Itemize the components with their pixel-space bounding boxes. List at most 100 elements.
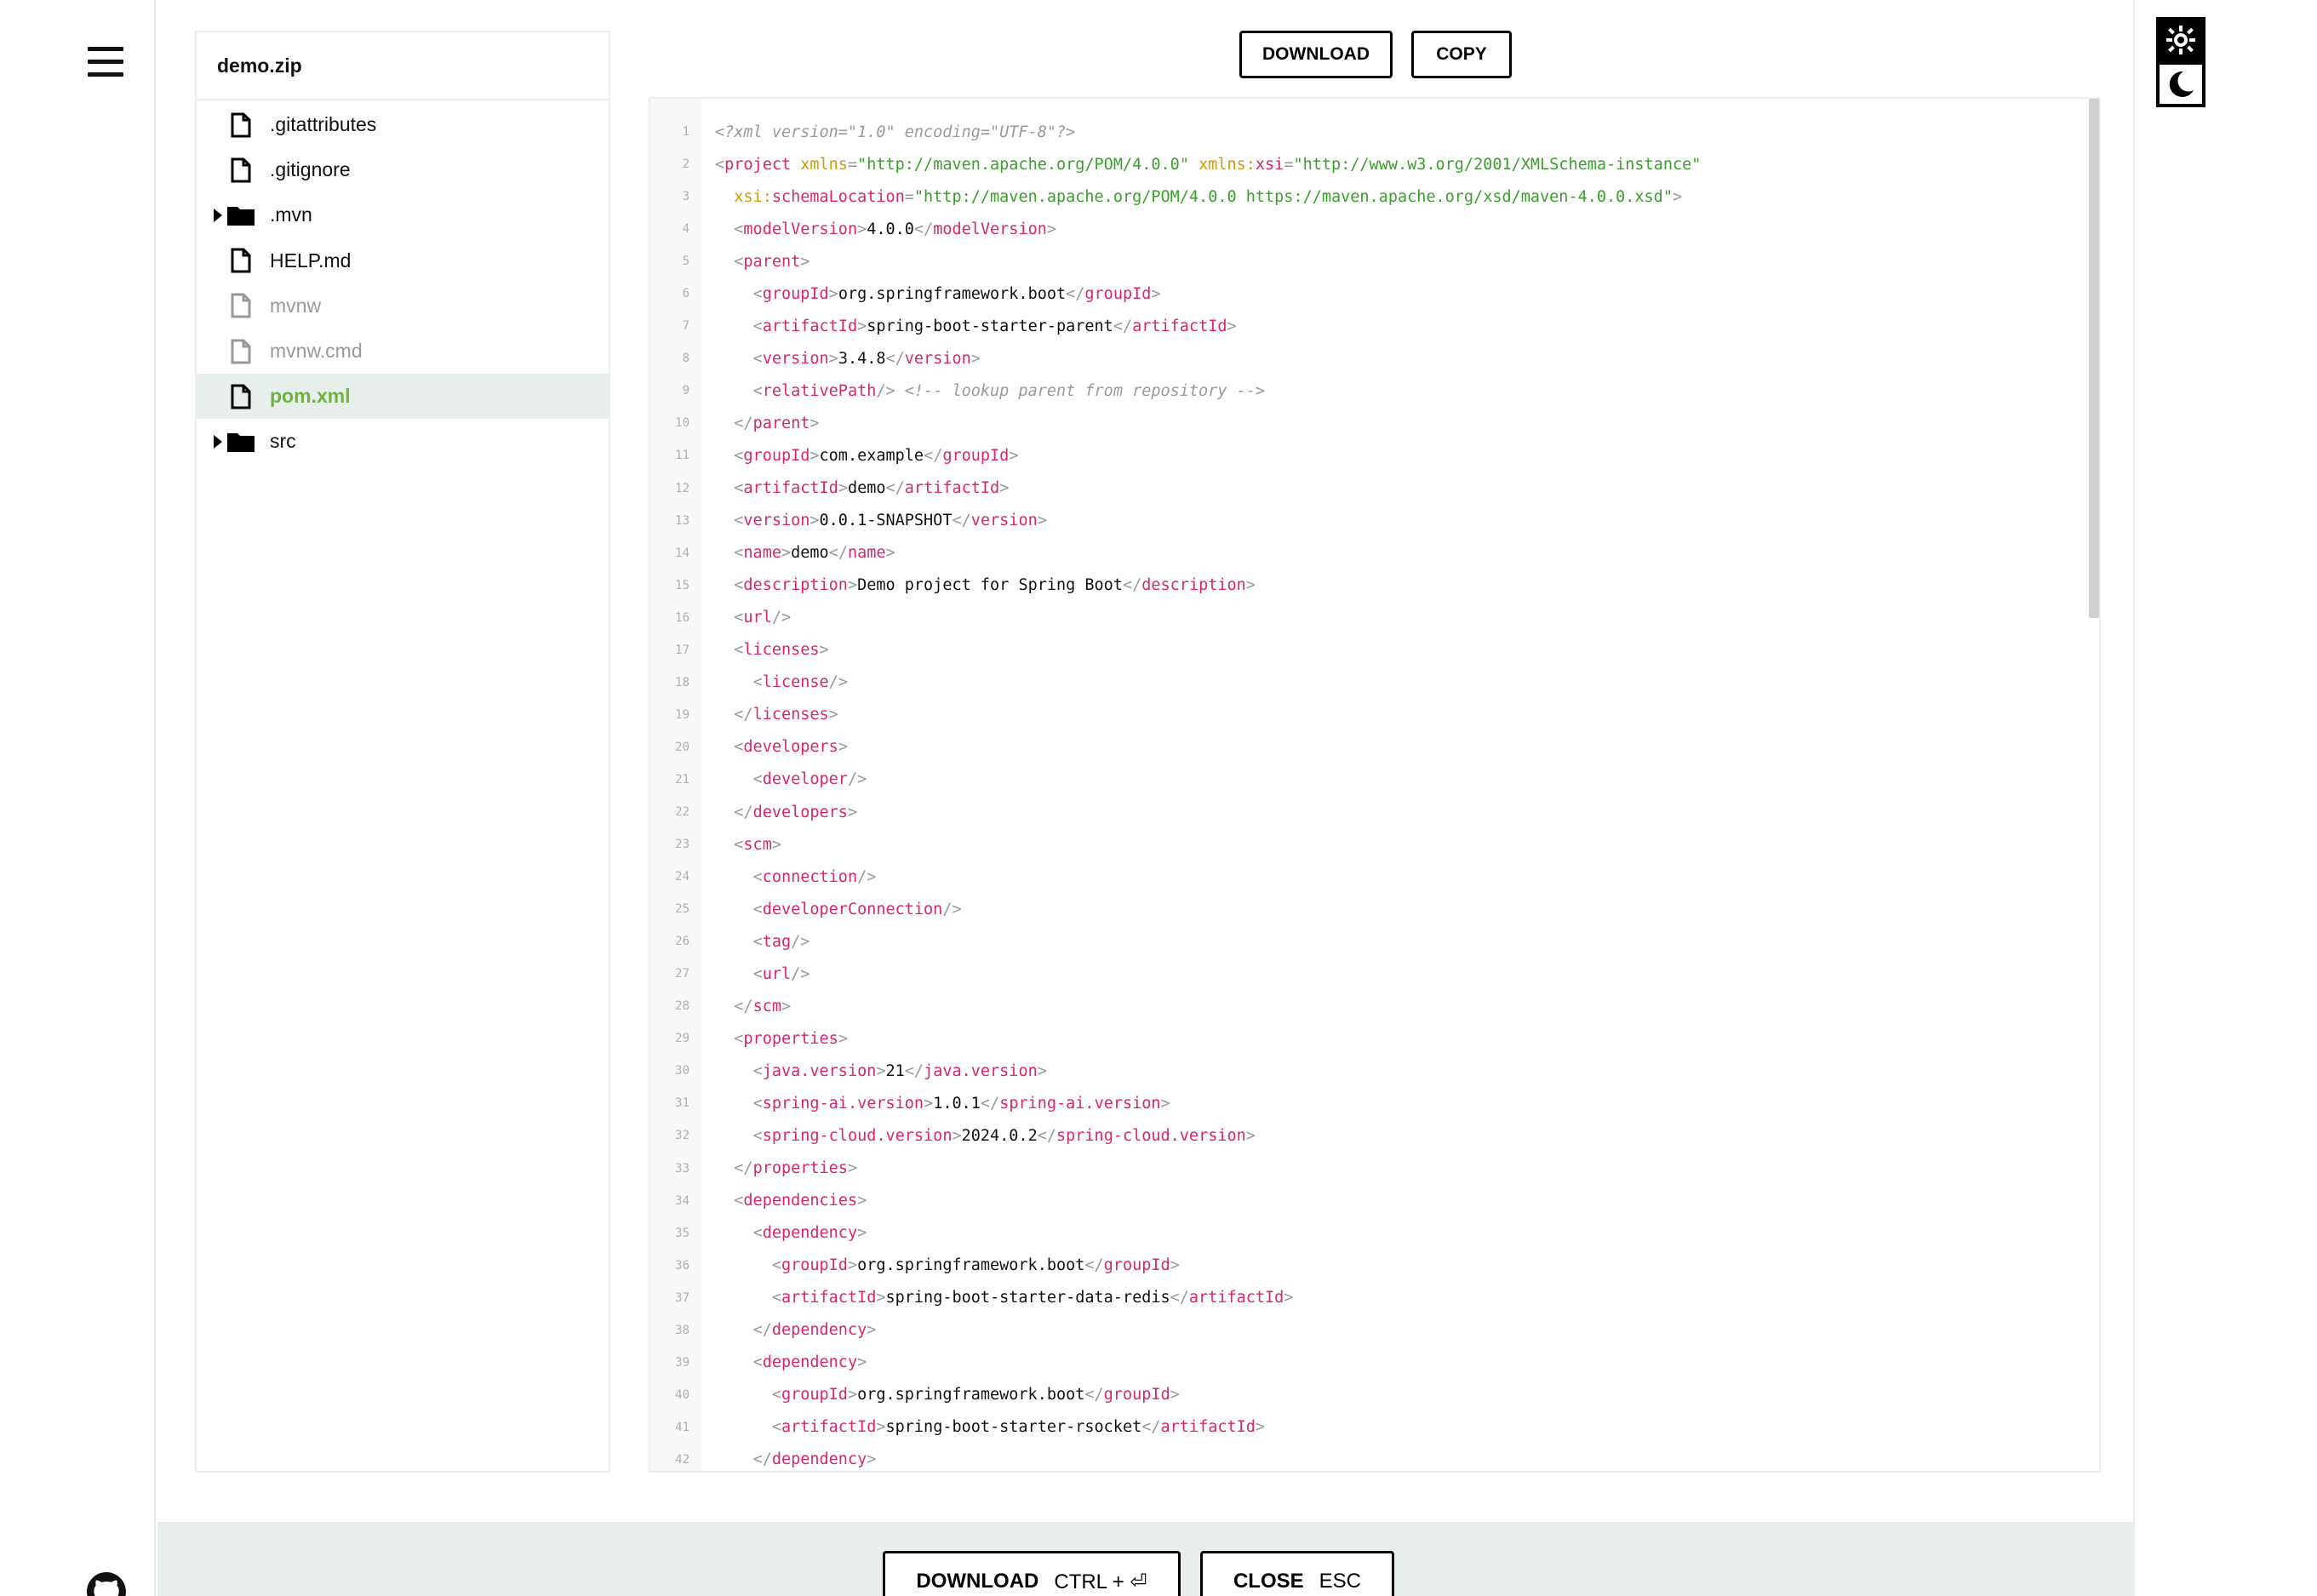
code-token: spring-boot-starter-rsocket xyxy=(885,1418,1142,1437)
code-token: demo xyxy=(791,544,829,563)
code-text: </parent> xyxy=(689,415,819,432)
code-token: > xyxy=(970,349,981,368)
line-number: 25 xyxy=(675,902,689,917)
dark-theme-button[interactable] xyxy=(2156,61,2205,107)
line-number: 21 xyxy=(675,772,689,787)
code-text: </developers> xyxy=(689,804,857,821)
code-token: < xyxy=(752,349,763,368)
code-token: properties xyxy=(752,1159,848,1178)
code-token: Demo project for Spring Boot xyxy=(857,576,1123,595)
code-line: 9 <relativePath/> <!-- lookup parent fro… xyxy=(650,375,2089,407)
code-text: <?xml version="1.0" encoding="UTF-8"?> xyxy=(689,123,1075,141)
code-line: 13 <version>0.0.1-SNAPSHOT</version> xyxy=(650,505,2089,537)
tree-item[interactable]: .gitignore xyxy=(197,147,609,192)
code-token: </ xyxy=(1141,1418,1161,1437)
code-text: </properties> xyxy=(689,1159,857,1177)
code-token: > xyxy=(810,446,820,465)
vertical-scrollbar[interactable] xyxy=(2089,99,2099,618)
code-token: </ xyxy=(734,706,753,724)
tree-item[interactable]: HELP.md xyxy=(197,238,609,283)
code-text: <dependency> xyxy=(689,1224,867,1242)
line-number: 5 xyxy=(682,255,689,269)
code-text: <parent> xyxy=(689,253,810,271)
code-token: = xyxy=(1284,155,1294,174)
code-token: xsi xyxy=(1255,155,1284,174)
code-text: <groupId>com.example</groupId> xyxy=(689,447,1018,465)
code-token: > xyxy=(847,576,858,595)
download-button[interactable]: DOWNLOAD xyxy=(1239,31,1393,78)
code-token: > xyxy=(771,835,781,854)
code-token: artifactId xyxy=(762,317,858,335)
code-token: /> xyxy=(942,900,962,918)
line-number: 15 xyxy=(675,578,689,592)
tree-item[interactable]: .gitattributes xyxy=(197,102,609,147)
code-token: spring-cloud.version xyxy=(762,1126,953,1145)
close-button[interactable]: CLOSE ESC xyxy=(1200,1551,1394,1596)
code-token: dependency xyxy=(771,1450,867,1469)
code-line: 20 <developers> xyxy=(650,731,2089,764)
code-token: 3.4.8 xyxy=(838,349,886,368)
code-viewer[interactable]: 1 <?xml version="1.0" encoding="UTF-8"?> 2… xyxy=(649,97,2101,1473)
line-number: 19 xyxy=(675,707,689,722)
tree-item[interactable]: src xyxy=(197,419,609,464)
line-number: 13 xyxy=(675,513,689,528)
file-icon xyxy=(231,112,251,137)
code-token: </ xyxy=(1084,1256,1104,1275)
line-number: 41 xyxy=(675,1420,689,1434)
code-token: > xyxy=(781,544,792,563)
code-token: version xyxy=(970,512,1038,530)
code-token: </ xyxy=(752,1321,772,1340)
line-number: 11 xyxy=(675,449,689,463)
code-token: </ xyxy=(734,997,753,1015)
line-number: 29 xyxy=(675,1032,689,1046)
tree-item[interactable]: pom.xml xyxy=(197,374,609,420)
tree-item[interactable]: mvnw xyxy=(197,283,609,329)
code-token: licenses xyxy=(752,706,829,724)
code-token: < xyxy=(752,1061,763,1080)
hamburger-icon[interactable] xyxy=(88,44,123,78)
code-line: 32 <spring-cloud.version>2024.0.2</sprin… xyxy=(650,1119,2089,1152)
code-token: /> xyxy=(876,381,895,400)
code-token: > xyxy=(867,1321,877,1340)
code-token: </ xyxy=(1113,317,1133,335)
code-token: xmlns xyxy=(800,155,848,174)
download-shortcut-button[interactable]: DOWNLOAD CTRL + ⏎ xyxy=(883,1551,1181,1596)
code-token: </ xyxy=(913,220,934,238)
line-number: 22 xyxy=(675,805,689,819)
code-token: < xyxy=(771,1256,781,1275)
line-number: 35 xyxy=(675,1226,689,1240)
caret-right-icon[interactable] xyxy=(214,434,222,449)
code-token: schemaLocation xyxy=(771,187,905,206)
caret-right-icon[interactable] xyxy=(214,208,222,222)
copy-button[interactable]: COPY xyxy=(1411,31,1512,78)
line-number: 33 xyxy=(675,1161,689,1176)
code-token: xsi: xyxy=(734,187,772,206)
tree-item[interactable]: mvnw.cmd xyxy=(197,329,609,374)
code-token: > xyxy=(1046,220,1056,238)
light-theme-button[interactable] xyxy=(2156,17,2205,63)
code-text: xsi:schemaLocation="http://maven.apache.… xyxy=(689,188,1682,206)
code-text: <groupId>org.springframework.boot</group… xyxy=(689,285,1161,303)
code-token: 0.0.1-SNAPSHOT xyxy=(819,512,953,530)
code-token: groupId xyxy=(1103,1256,1170,1275)
github-icon[interactable] xyxy=(87,1572,126,1596)
line-number: 42 xyxy=(675,1452,689,1467)
tree-item[interactable]: .mvn xyxy=(197,192,609,237)
code-token: org.springframework.boot xyxy=(838,284,1067,303)
code-text: <dependency> xyxy=(689,1353,867,1371)
code-token: /> xyxy=(828,673,848,692)
line-number: 8 xyxy=(682,352,689,366)
code-token: > xyxy=(828,349,838,368)
code-token: </ xyxy=(1066,284,1085,303)
